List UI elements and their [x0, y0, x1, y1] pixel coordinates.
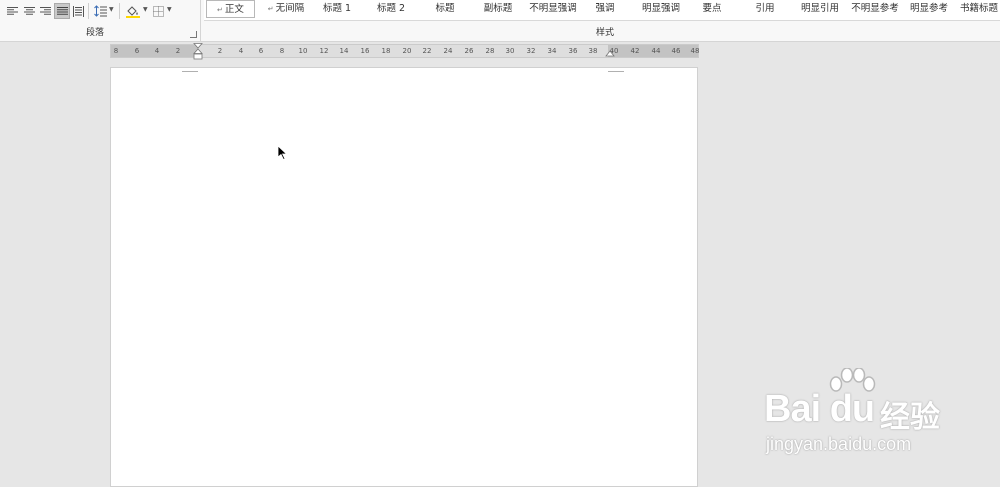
margin-corner-marker: [182, 65, 198, 72]
ruler-number: 36: [568, 47, 578, 55]
ruler-number: 32: [526, 47, 536, 55]
style-normal[interactable]: ↵ 正文: [206, 0, 255, 18]
paragraph-group: ▼ ▼ ▼ 段落: [0, 0, 200, 42]
ruler-number: 24: [443, 47, 453, 55]
borders-button[interactable]: [151, 3, 165, 19]
chevron-down-icon[interactable]: ▼: [167, 7, 172, 13]
style-strong[interactable]: 要点: [695, 0, 729, 18]
ruler-number: 38: [588, 47, 598, 55]
separator: [88, 3, 89, 19]
ribbon: ▼ ▼ ▼ 段落 ↵ 正文 ↵ 无间隔 标题 1 标题 2 标题 副标题 不明显强调…: [0, 0, 1000, 42]
style-heading-2[interactable]: 标题 2: [370, 0, 412, 18]
style-subtle-reference[interactable]: 不明显参考: [847, 0, 903, 18]
border-grid-icon: [152, 5, 164, 17]
ruler-number: 6: [134, 47, 140, 55]
ruler-number: 8: [113, 47, 119, 55]
align-left-button[interactable]: [5, 3, 19, 19]
ruler-number: 26: [464, 47, 474, 55]
style-intense-reference[interactable]: 明显参考: [906, 0, 952, 18]
ruler-number: 22: [422, 47, 432, 55]
chevron-down-icon[interactable]: ▼: [143, 7, 148, 13]
style-quote[interactable]: 引用: [748, 0, 782, 18]
ruler-number: 28: [485, 47, 495, 55]
style-emphasis[interactable]: 强调: [588, 0, 622, 18]
right-indent-marker-icon[interactable]: [605, 50, 615, 59]
watermark-product: 经验: [880, 400, 940, 435]
style-title[interactable]: 标题: [427, 0, 463, 18]
style-book-title[interactable]: 书籍标题: [958, 0, 1000, 18]
mouse-pointer-icon: [277, 145, 288, 161]
ruler-number: 34: [547, 47, 557, 55]
ruler-number: 10: [298, 47, 308, 55]
ruler-number: 8: [279, 47, 285, 55]
styles-group-label: 样式: [596, 28, 615, 38]
justify-button[interactable]: [54, 3, 70, 19]
ruler-number: 46: [671, 47, 681, 55]
ruler-number: 16: [360, 47, 370, 55]
align-right-button[interactable]: [38, 3, 52, 19]
first-line-indent-marker-icon[interactable]: [193, 43, 203, 63]
separator: [119, 3, 120, 19]
style-intense-emphasis[interactable]: 明显强调: [636, 0, 686, 18]
ruler-number: 48: [690, 47, 700, 55]
ruler-number: 18: [381, 47, 391, 55]
paragraph-group-label: 段落: [86, 28, 105, 38]
ruler-number: 30: [505, 47, 515, 55]
shading-button[interactable]: [125, 3, 141, 19]
justify-icon: [56, 6, 68, 15]
ruler-number: 6: [258, 47, 264, 55]
paragraph-mark-icon: ↵: [267, 5, 274, 13]
chevron-down-icon[interactable]: ▼: [109, 7, 114, 13]
align-right-icon: [39, 6, 51, 15]
style-intense-quote[interactable]: 明显引用: [797, 0, 843, 18]
baidu-jingyan-watermark: Bai du 经验 jingyan.baidu.com: [760, 368, 1000, 468]
watermark-brand: Bai du: [764, 388, 875, 430]
ruler-number: 2: [175, 47, 181, 55]
distributed-icon: [72, 5, 84, 17]
watermark-url: jingyan.baidu.com: [766, 434, 912, 454]
align-center-icon: [23, 6, 35, 15]
ruler-number: 4: [154, 47, 160, 55]
style-subtle-emphasis[interactable]: 不明显强调: [525, 0, 581, 18]
ruler-number: 42: [630, 47, 640, 55]
ruler-number: 4: [238, 47, 244, 55]
document-page[interactable]: [110, 67, 698, 487]
paint-bucket-icon: [126, 5, 140, 18]
margin-corner-marker: [608, 65, 624, 72]
style-subtitle[interactable]: 副标题: [475, 0, 521, 18]
line-spacing-button[interactable]: [93, 3, 107, 19]
group-divider: [200, 0, 201, 42]
line-spacing-icon: [93, 5, 107, 17]
paragraph-mark-icon: ↵: [217, 6, 223, 14]
style-heading-1[interactable]: 标题 1: [316, 0, 358, 18]
dialog-launcher-icon[interactable]: [190, 31, 197, 38]
style-no-spacing[interactable]: ↵ 无间隔: [261, 0, 311, 18]
ruler-number: 44: [651, 47, 661, 55]
horizontal-ruler[interactable]: 8 6 4 2 2 4 6 8 10 12 14 16 18 20 22 24 …: [110, 43, 700, 60]
distributed-button[interactable]: [71, 3, 85, 19]
ruler-number: 12: [319, 47, 329, 55]
ruler-number: 14: [339, 47, 349, 55]
align-left-icon: [6, 6, 18, 15]
align-center-button[interactable]: [22, 3, 36, 19]
styles-gallery: ↵ 正文 ↵ 无间隔 标题 1 标题 2 标题 副标题 不明显强调 强调 明显强调 …: [204, 0, 1000, 21]
ruler-number: 20: [402, 47, 412, 55]
ruler-number: 2: [217, 47, 223, 55]
